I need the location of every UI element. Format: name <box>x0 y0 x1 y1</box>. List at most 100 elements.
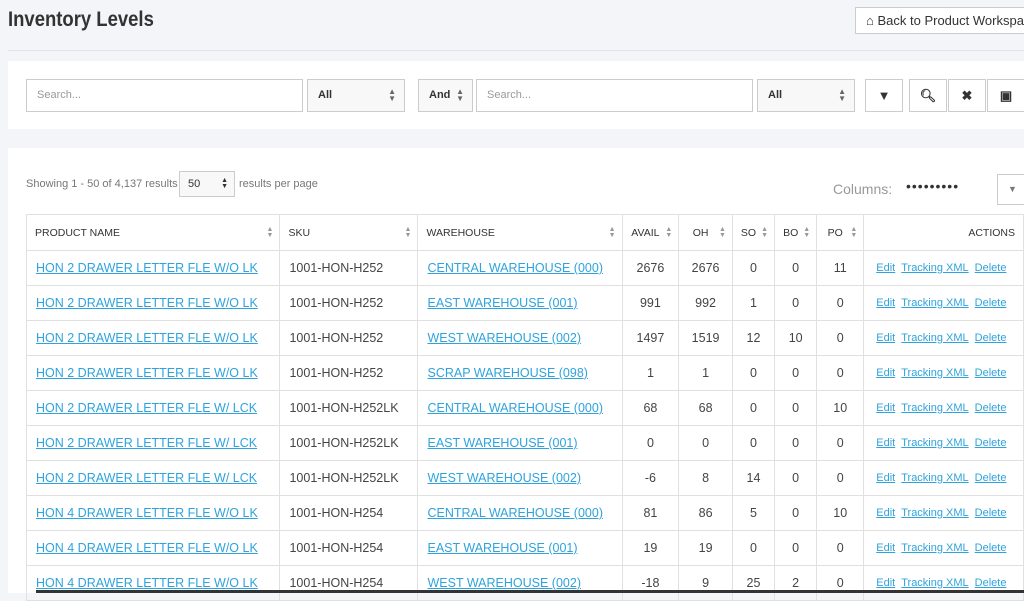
tracking-xml-link[interactable]: Tracking XML <box>901 437 968 449</box>
sku-cell: 1001-HON-H252 <box>279 250 419 286</box>
product-name-cell: HON 4 DRAWER LETTER FLE W/O LK <box>25 495 281 531</box>
product-name-link[interactable]: HON 4 DRAWER LETTER FLE W/O LK <box>36 541 258 555</box>
tracking-xml-link[interactable]: Tracking XML <box>901 367 968 379</box>
sort-icon[interactable]: ▲ ▼ <box>665 226 672 239</box>
column-header-so[interactable]: SO ▲ ▼ <box>731 214 776 251</box>
columns-dropdown-button[interactable]: ▼ <box>997 174 1024 205</box>
tracking-xml-link[interactable]: Tracking XML <box>901 577 968 589</box>
oh-cell: 1519 <box>678 320 733 356</box>
product-name-link[interactable]: HON 2 DRAWER LETTER FLE W/ LCK <box>36 471 257 485</box>
search-icon[interactable]: 🔍︎ <box>909 79 947 112</box>
product-name-link[interactable]: HON 2 DRAWER LETTER FLE W/O LK <box>36 331 258 345</box>
delete-link[interactable]: Delete <box>975 507 1007 519</box>
warehouse-link[interactable]: CENTRAL WAREHOUSE (000) <box>427 401 603 415</box>
edit-link[interactable]: Edit <box>876 262 895 274</box>
column-header-po[interactable]: PO ▲ ▼ <box>816 214 865 251</box>
edit-link[interactable]: Edit <box>876 297 895 309</box>
actions-cell: Edit Tracking XML Delete <box>863 320 1024 356</box>
field-select-1[interactable]: All ▲ ▼ <box>307 79 405 112</box>
delete-link[interactable]: Delete <box>975 402 1007 414</box>
tracking-xml-link[interactable]: Tracking XML <box>901 297 968 309</box>
divider <box>8 50 1024 51</box>
delete-link[interactable]: Delete <box>975 542 1007 554</box>
back-to-product-workspace-button[interactable]: ⌂ Back to Product Workspace <box>855 7 1024 34</box>
edit-link[interactable]: Edit <box>876 507 895 519</box>
delete-link[interactable]: Delete <box>975 297 1007 309</box>
field-select-2[interactable]: All ▲ ▼ <box>757 79 855 112</box>
product-name-link[interactable]: HON 2 DRAWER LETTER FLE W/O LK <box>36 366 258 380</box>
sort-icon[interactable]: ▲ ▼ <box>267 226 274 239</box>
logic-select[interactable]: And ▲ ▼ <box>418 79 473 112</box>
filter-icon[interactable]: ▼ <box>865 79 903 112</box>
warehouse-link[interactable]: WEST WAREHOUSE (002) <box>427 331 581 345</box>
warehouse-link[interactable]: CENTRAL WAREHOUSE (000) <box>427 506 603 520</box>
actions-cell: Edit Tracking XML Delete <box>863 390 1024 426</box>
sku-cell: 1001-HON-H252 <box>279 285 419 321</box>
oh-cell: 2676 <box>678 250 733 286</box>
sort-icon[interactable]: ▲ ▼ <box>719 226 726 239</box>
product-name-cell: HON 2 DRAWER LETTER FLE W/ LCK <box>25 425 281 461</box>
product-name-link[interactable]: HON 2 DRAWER LETTER FLE W/ LCK <box>36 436 257 450</box>
edit-link[interactable]: Edit <box>876 577 895 589</box>
column-header-oh[interactable]: OH ▲ ▼ <box>678 214 733 251</box>
delete-link[interactable]: Delete <box>975 437 1007 449</box>
so-cell: 0 <box>731 425 776 461</box>
warehouse-link[interactable]: EAST WAREHOUSE (001) <box>427 436 577 450</box>
tracking-xml-link[interactable]: Tracking XML <box>901 542 968 554</box>
warehouse-cell: CENTRAL WAREHOUSE (000) <box>417 250 623 286</box>
tracking-xml-link[interactable]: Tracking XML <box>901 472 968 484</box>
search-input-1[interactable]: Search... <box>26 79 303 112</box>
edit-link[interactable]: Edit <box>876 437 895 449</box>
per-page-select[interactable]: 50 ▲ ▼ <box>179 171 235 197</box>
sort-icon[interactable]: ▲ ▼ <box>405 226 412 239</box>
column-header-product-name[interactable]: PRODUCT NAME ▲ ▼ <box>25 214 281 251</box>
tracking-xml-link[interactable]: Tracking XML <box>901 507 968 519</box>
product-name-link[interactable]: HON 2 DRAWER LETTER FLE W/ LCK <box>36 401 257 415</box>
tracking-xml-link[interactable]: Tracking XML <box>901 402 968 414</box>
sort-icon[interactable]: ▲ ▼ <box>803 226 810 239</box>
tracking-xml-link[interactable]: Tracking XML <box>901 332 968 344</box>
table-row: HON 2 DRAWER LETTER FLE W/ LCK 1001-HON-H… <box>25 460 1024 496</box>
columns-selector[interactable]: ••••••••• <box>906 178 959 194</box>
edit-link[interactable]: Edit <box>876 472 895 484</box>
edit-link[interactable]: Edit <box>876 367 895 379</box>
product-name-link[interactable]: HON 4 DRAWER LETTER FLE W/O LK <box>36 506 258 520</box>
results-panel: Showing 1 - 50 of 4,137 results 50 ▲ ▼ res… <box>8 148 1024 601</box>
sort-icon[interactable]: ▲ ▼ <box>850 226 857 239</box>
product-name-link[interactable]: HON 4 DRAWER LETTER FLE W/O LK <box>36 576 258 590</box>
delete-link[interactable]: Delete <box>975 472 1007 484</box>
bo-cell: 0 <box>774 530 818 566</box>
edit-link[interactable]: Edit <box>876 402 895 414</box>
sort-icon[interactable]: ▲ ▼ <box>761 226 768 239</box>
sort-icon[interactable]: ▲ ▼ <box>609 226 616 239</box>
edit-link[interactable]: Edit <box>876 542 895 554</box>
product-name-link[interactable]: HON 2 DRAWER LETTER FLE W/O LK <box>36 296 258 310</box>
clear-icon[interactable]: ✖ <box>948 79 986 112</box>
warehouse-link[interactable]: EAST WAREHOUSE (001) <box>427 296 577 310</box>
edit-link[interactable]: Edit <box>876 332 895 344</box>
warehouse-link[interactable]: SCRAP WAREHOUSE (098) <box>427 366 587 380</box>
warehouse-link[interactable]: WEST WAREHOUSE (002) <box>427 471 581 485</box>
delete-link[interactable]: Delete <box>975 332 1007 344</box>
delete-link[interactable]: Delete <box>975 577 1007 589</box>
column-header-bo[interactable]: BO ▲ ▼ <box>774 214 818 251</box>
product-name-link[interactable]: HON 2 DRAWER LETTER FLE W/O LK <box>36 261 258 275</box>
column-header-sku[interactable]: SKU ▲ ▼ <box>279 214 419 251</box>
warehouse-link[interactable]: CENTRAL WAREHOUSE (000) <box>427 261 603 275</box>
tracking-xml-link[interactable]: Tracking XML <box>901 262 968 274</box>
po-cell: 0 <box>816 425 865 461</box>
search-input-2[interactable]: Search... <box>476 79 753 112</box>
bo-cell: 0 <box>774 355 818 391</box>
po-cell: 0 <box>816 530 865 566</box>
po-cell: 0 <box>816 285 865 321</box>
column-header-actions[interactable]: ACTIONS <box>863 214 1024 251</box>
sort-arrows-icon: ▲ ▼ <box>456 87 464 103</box>
bo-cell: 0 <box>774 425 818 461</box>
delete-link[interactable]: Delete <box>975 262 1007 274</box>
save-icon[interactable]: ▣ <box>987 79 1024 112</box>
column-header-avail[interactable]: AVAIL ▲ ▼ <box>621 214 680 251</box>
warehouse-link[interactable]: EAST WAREHOUSE (001) <box>427 541 577 555</box>
warehouse-link[interactable]: WEST WAREHOUSE (002) <box>427 576 581 590</box>
delete-link[interactable]: Delete <box>975 367 1007 379</box>
column-header-warehouse[interactable]: WAREHOUSE ▲ ▼ <box>417 214 623 251</box>
